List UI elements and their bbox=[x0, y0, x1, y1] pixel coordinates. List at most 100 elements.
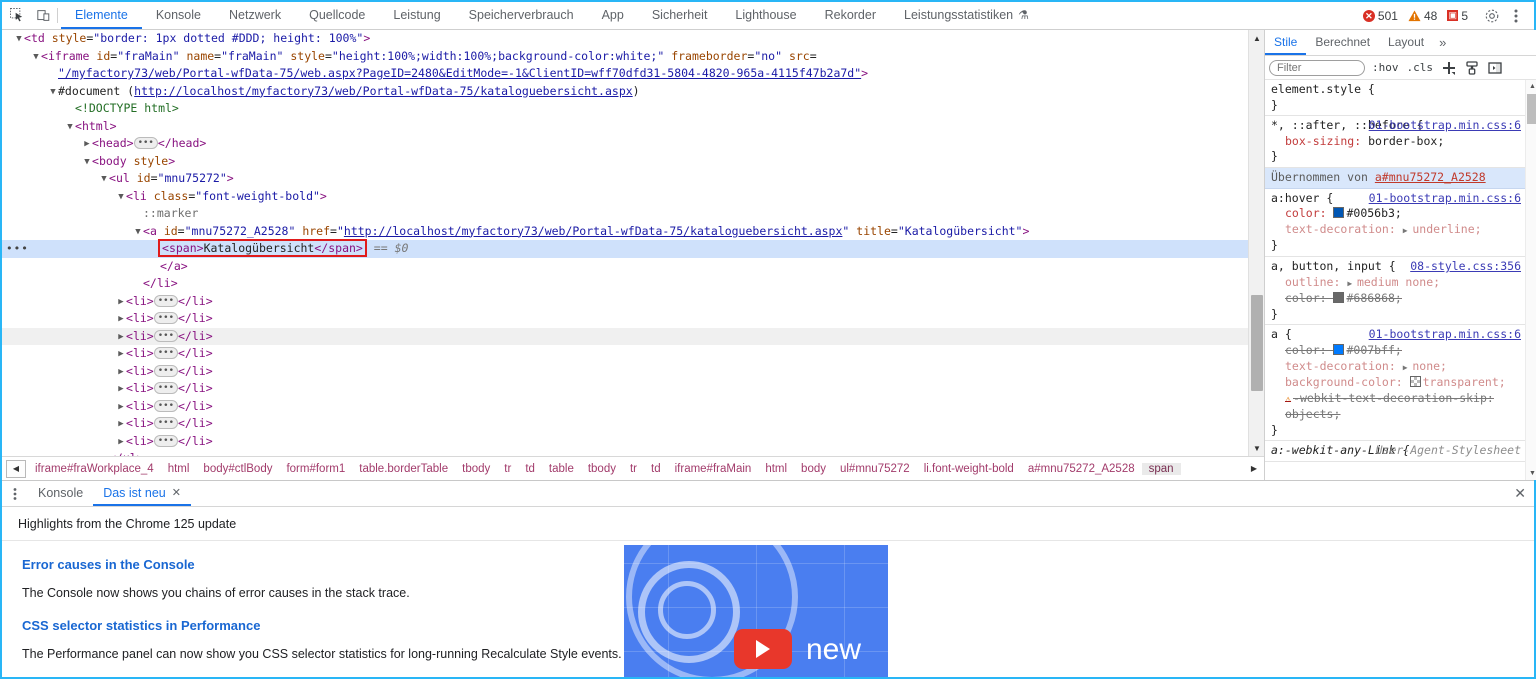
expand-arrow-down-icon[interactable]: ▼ bbox=[48, 84, 58, 102]
chevrons-right-icon[interactable]: » bbox=[1433, 30, 1452, 55]
drawer-tab-das-ist-neu[interactable]: Das ist neu ✕ bbox=[93, 481, 191, 506]
expand-arrow-down-icon[interactable]: ▼ bbox=[65, 119, 75, 137]
panel-tab-speicherverbrauch[interactable]: Speicherverbrauch bbox=[455, 2, 588, 29]
dom-node[interactable]: ▶ <li> ••• </li> bbox=[2, 380, 1248, 398]
dom-node[interactable]: ▶ <li> ••• </li> bbox=[2, 433, 1248, 451]
dom-node[interactable]: ▶ <li> ••• </li> bbox=[2, 363, 1248, 381]
expand-arrow-right-icon[interactable]: ▶ bbox=[116, 434, 126, 452]
declaration-value[interactable]: transparent; bbox=[1423, 375, 1506, 389]
scroll-down-arrow-icon[interactable]: ▼ bbox=[1249, 440, 1264, 456]
expand-arrow-right-icon[interactable]: ▶ bbox=[116, 381, 126, 399]
breadcrumb-item[interactable]: li.font-weight-bold bbox=[917, 463, 1021, 475]
declaration-property[interactable]: text-decoration: bbox=[1285, 222, 1403, 236]
style-rule-origin-link[interactable]: 08-style.css:356 bbox=[1410, 259, 1521, 275]
dom-node[interactable]: ▶ <li> ••• </li> bbox=[2, 310, 1248, 328]
style-declaration[interactable]: text-decoration: ▶ none; bbox=[1271, 359, 1525, 376]
cls-toggle-button[interactable]: .cls bbox=[1406, 61, 1435, 74]
styles-scroll-down-icon[interactable]: ▼ bbox=[1526, 467, 1536, 480]
panel-tab-leistungsstatistiken[interactable]: Leistungsstatistiken ⚗ bbox=[890, 2, 1043, 29]
declaration-property[interactable]: background-color: bbox=[1285, 375, 1410, 389]
breadcrumb-item[interactable]: table.borderTable bbox=[352, 463, 455, 475]
inherited-from-selector-link[interactable]: a#mnu75272_A2528 bbox=[1375, 170, 1486, 184]
dom-node[interactable]: ▶ <li> ••• </li> bbox=[2, 345, 1248, 363]
panel-tab-konsole[interactable]: Konsole bbox=[142, 2, 215, 29]
style-rule[interactable]: a {01-bootstrap.min.css:6 color: #007bff;… bbox=[1265, 325, 1525, 442]
style-rule-selector[interactable]: element.style { bbox=[1271, 82, 1525, 98]
declaration-value[interactable]: border-box; bbox=[1368, 134, 1444, 148]
style-declaration[interactable]: background-color: transparent; bbox=[1271, 375, 1525, 391]
expand-arrow-right-icon[interactable]: ▶ bbox=[116, 294, 126, 312]
declaration-property[interactable]: color: bbox=[1285, 206, 1333, 220]
breadcrumb-item[interactable]: a#mnu75272_A2528 bbox=[1021, 463, 1142, 475]
new-style-rule-icon[interactable] bbox=[1440, 59, 1457, 76]
declaration-value[interactable]: underline; bbox=[1412, 222, 1481, 236]
panel-tab-leistung[interactable]: Leistung bbox=[379, 2, 454, 29]
expand-arrow-right-icon[interactable]: ▶ bbox=[116, 399, 126, 417]
declaration-value[interactable]: medium none; bbox=[1357, 275, 1440, 289]
style-declaration[interactable]: text-decoration: ▶ underline; bbox=[1271, 222, 1525, 239]
breadcrumb-scroll-left-icon[interactable]: ◀ bbox=[6, 459, 26, 478]
declaration-property[interactable]: color: bbox=[1285, 343, 1333, 357]
declaration-property[interactable]: color: bbox=[1285, 291, 1333, 305]
styles-scrollbar-thumb[interactable] bbox=[1527, 94, 1536, 124]
breadcrumb-item[interactable]: iframe#fraWorkplace_4 bbox=[28, 463, 161, 475]
dom-node[interactable]: ▼ <body style> bbox=[2, 153, 1248, 171]
dom-node[interactable]: ▼ <a id="mnu75272_A2528" href="http://loc… bbox=[2, 223, 1248, 241]
scroll-up-arrow-icon[interactable]: ▲ bbox=[1249, 30, 1264, 46]
dom-node-selected[interactable]: ••• <span>Katalogübersicht</span> == $0 bbox=[2, 239, 1248, 258]
breadcrumb-item[interactable]: td bbox=[518, 463, 542, 475]
inspect-element-icon[interactable] bbox=[2, 2, 32, 29]
breadcrumb-item[interactable]: tr bbox=[497, 463, 518, 475]
color-swatch[interactable] bbox=[1333, 292, 1345, 304]
declaration-value[interactable]: none; bbox=[1412, 359, 1447, 373]
panel-tab-lighthouse[interactable]: Lighthouse bbox=[721, 2, 810, 29]
panel-tab-quellcode[interactable]: Quellcode bbox=[295, 2, 379, 29]
expand-arrow-right-icon[interactable]: ▶ bbox=[116, 346, 126, 364]
styles-tab-stile[interactable]: Stile bbox=[1265, 30, 1307, 55]
breadcrumb-item[interactable]: iframe#fraMain bbox=[668, 463, 759, 475]
breadcrumb-item[interactable]: span bbox=[1141, 462, 1181, 475]
dom-node[interactable]: ▼ <td style="border: 1px dotted #DDD; hei… bbox=[2, 30, 1248, 48]
styles-tab-layout[interactable]: Layout bbox=[1379, 30, 1433, 55]
panel-tab-app[interactable]: App bbox=[588, 2, 638, 29]
style-declaration[interactable]: color: #686868; bbox=[1271, 291, 1525, 307]
warning-counter[interactable]: 48 bbox=[1403, 9, 1442, 23]
dom-tree-scrollbar[interactable]: ▲ ▼ bbox=[1248, 30, 1264, 456]
breadcrumb-item[interactable]: tr bbox=[623, 463, 644, 475]
more-options-icon[interactable] bbox=[1504, 4, 1528, 28]
expand-arrow-right-icon[interactable]: ▶ bbox=[82, 136, 92, 154]
device-toolbar-icon[interactable] bbox=[32, 2, 54, 29]
styles-scrollbar[interactable]: ▲ ▼ bbox=[1525, 80, 1536, 480]
expand-arrow-right-icon[interactable]: ▶ bbox=[1347, 279, 1357, 288]
expand-arrow-right-icon[interactable]: ▶ bbox=[116, 416, 126, 434]
style-rule[interactable]: element.style {} bbox=[1265, 80, 1525, 117]
expand-arrow-right-icon[interactable]: ▶ bbox=[116, 311, 126, 329]
color-swatch[interactable] bbox=[1409, 376, 1421, 388]
dom-node[interactable]: ▶ <li> ••• </li> bbox=[2, 327, 1248, 345]
declaration-property[interactable]: -webkit-text-decoration-skip: bbox=[1293, 391, 1494, 405]
breadcrumb-item[interactable]: tbody bbox=[455, 463, 497, 475]
breadcrumb-item[interactable]: html bbox=[161, 463, 197, 475]
drawer-tab-konsole[interactable]: Konsole bbox=[28, 481, 93, 506]
color-swatch[interactable] bbox=[1333, 343, 1345, 355]
declaration-value[interactable]: #0056b3; bbox=[1346, 206, 1401, 220]
issues-counter[interactable]: ▣ 5 bbox=[1442, 9, 1473, 23]
expand-arrow-down-icon[interactable]: ▼ bbox=[99, 171, 109, 189]
expand-arrow-right-icon[interactable]: ▶ bbox=[1403, 363, 1413, 372]
dom-node[interactable]: ▶ <li> ••• </li> bbox=[2, 398, 1248, 416]
dom-node[interactable]: <!DOCTYPE html> bbox=[2, 100, 1248, 118]
toggle-computed-sidebar-icon[interactable] bbox=[1486, 59, 1503, 76]
declaration-property[interactable]: text-decoration: bbox=[1285, 359, 1403, 373]
dom-node[interactable]: ▼ #document (http://localhost/myfactory73… bbox=[2, 83, 1248, 101]
breadcrumb-scroll-right-icon[interactable]: ▶ bbox=[1246, 460, 1262, 478]
dom-scrollbar-thumb[interactable] bbox=[1251, 295, 1263, 391]
whats-new-video-thumbnail[interactable]: new bbox=[624, 545, 888, 677]
drawer-menu-icon[interactable] bbox=[2, 481, 28, 506]
dom-tree[interactable]: ▼ <td style="border: 1px dotted #DDD; hei… bbox=[2, 30, 1248, 456]
style-rule[interactable]: a:hover {01-bootstrap.min.css:6 color: #0… bbox=[1265, 189, 1525, 257]
styles-tab-berechnet[interactable]: Berechnet bbox=[1306, 30, 1379, 55]
expand-arrow-down-icon[interactable]: ▼ bbox=[133, 224, 143, 242]
breadcrumb-item[interactable]: form#form1 bbox=[279, 463, 352, 475]
style-rule-origin-link[interactable]: 01-bootstrap.min.css:6 bbox=[1369, 191, 1521, 207]
panel-tab-rekorder[interactable]: Rekorder bbox=[811, 2, 890, 29]
